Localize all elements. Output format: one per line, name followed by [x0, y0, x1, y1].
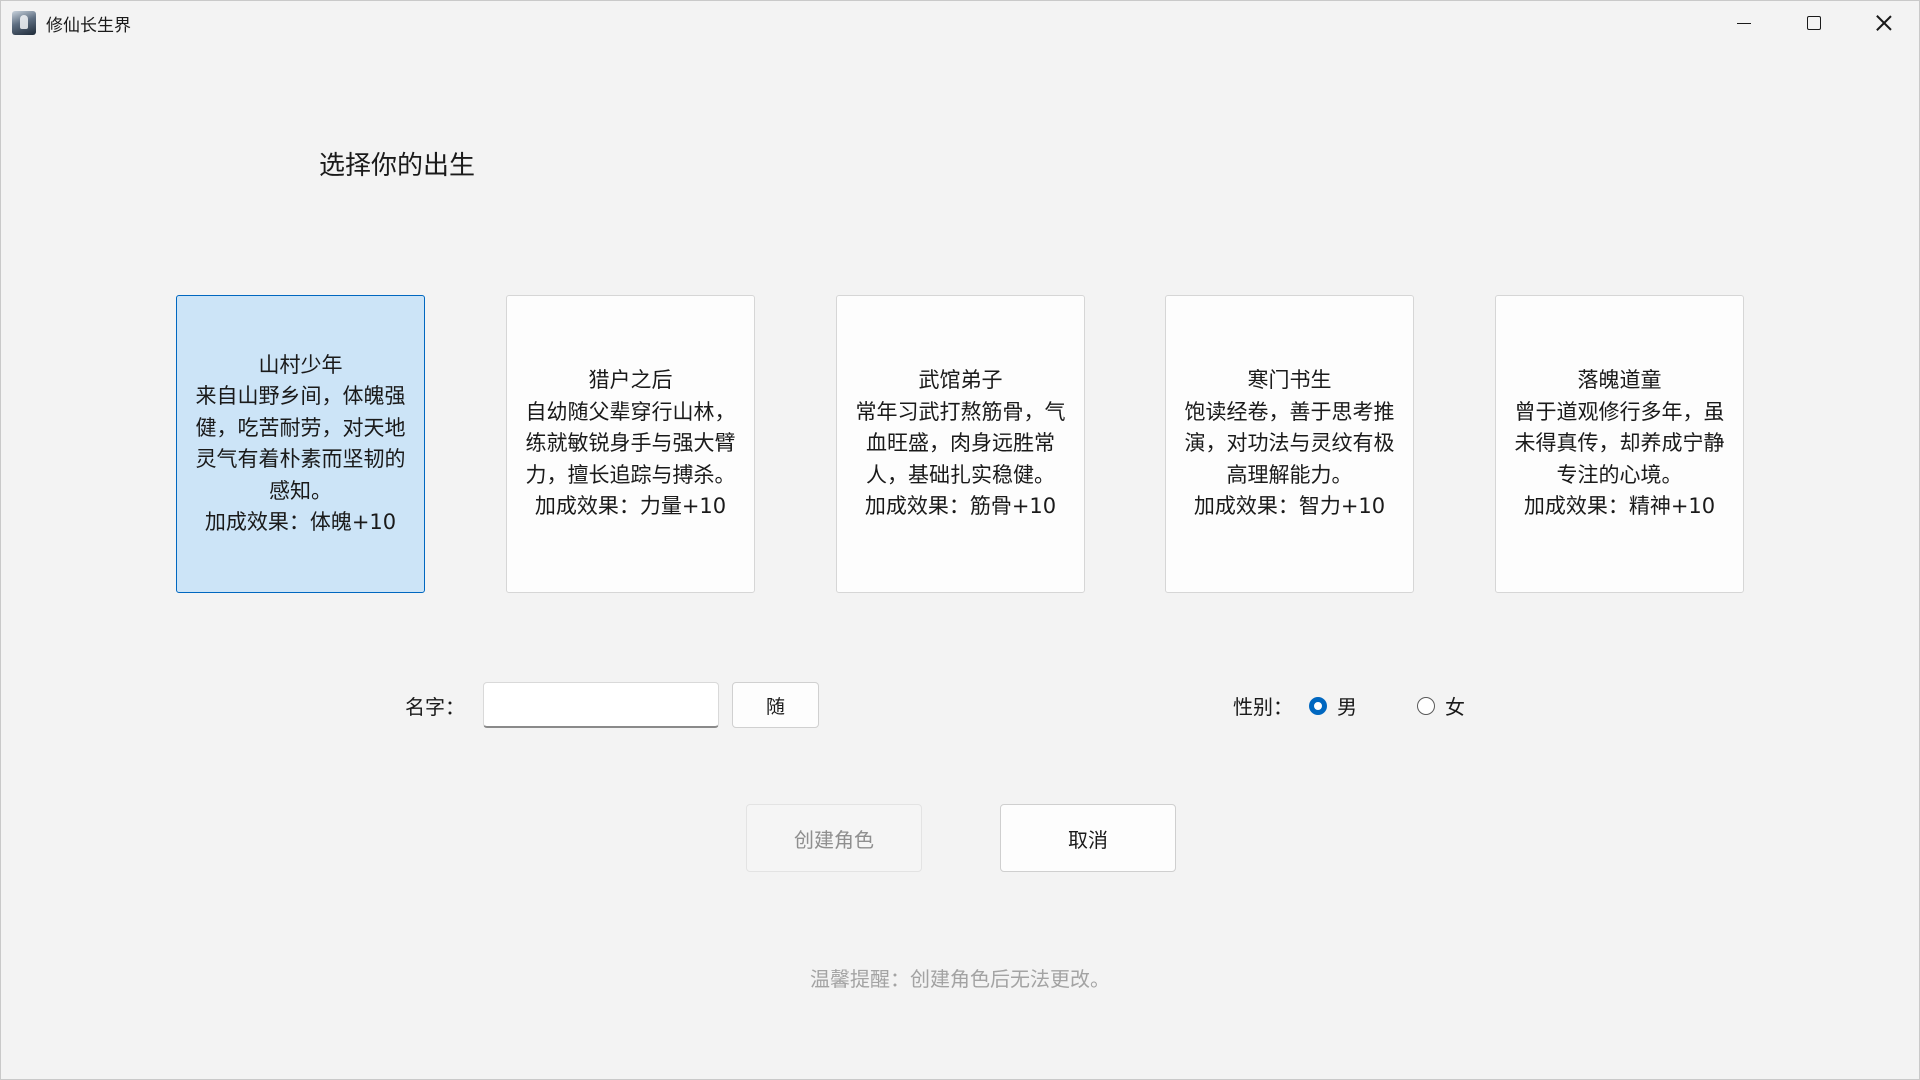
- origin-description: 自幼随父辈穿行山林，练就敏锐身手与强大臂力，擅长追踪与搏杀。: [525, 399, 736, 487]
- close-button[interactable]: [1849, 1, 1919, 45]
- gender-radio-female[interactable]: 女: [1417, 691, 1465, 720]
- origin-card-0[interactable]: 山村少年 来自山野乡间，体魄强健，吃苦耐劳，对天地灵气有着朴素而坚韧的感知。 加…: [176, 295, 425, 593]
- origin-description: 常年习武打熬筋骨，气血旺盛，肉身远胜常人，基础扎实稳健。: [855, 399, 1066, 487]
- gender-option-label: 男: [1337, 695, 1357, 719]
- origin-title: 山村少年: [258, 352, 343, 377]
- minimize-icon: [1737, 22, 1751, 24]
- maximize-icon: [1807, 16, 1821, 30]
- window-controls: [1709, 1, 1919, 45]
- origin-card-2[interactable]: 武馆弟子 常年习武打熬筋骨，气血旺盛，肉身远胜常人，基础扎实稳健。 加成效果：筋…: [836, 295, 1085, 593]
- origin-description: 饱读经卷，善于思考推演，对功法与灵纹有极高理解能力。: [1184, 399, 1395, 487]
- origin-title: 猎户之后: [588, 368, 673, 393]
- origin-bonus: 加成效果：精神+10: [1523, 494, 1716, 519]
- gender-radio-male[interactable]: 男: [1309, 691, 1357, 720]
- gender-label: 性别：: [1233, 695, 1293, 719]
- origin-bonus: 加成效果：体魄+10: [204, 510, 397, 534]
- origin-card-3[interactable]: 寒门书生 饱读经卷，善于思考推演，对功法与灵纹有极高理解能力。 加成效果：智力+…: [1165, 295, 1414, 593]
- origin-description: 来自山野乡间，体魄强健，吃苦耐劳，对天地灵气有着朴素而坚韧的感知。: [195, 384, 406, 503]
- app-window: 修仙长生界 选择你的出生 山村少年 来自山野乡间，体魄强健，吃苦耐劳，对天地灵气…: [0, 0, 1920, 1080]
- close-icon: [1876, 15, 1892, 31]
- cancel-button[interactable]: 取消: [1000, 804, 1176, 872]
- gender-option-label: 女: [1445, 695, 1465, 719]
- create-character-button[interactable]: 创建角色: [746, 804, 922, 872]
- warning-tip: 温馨提醒：创建角色后无法更改。: [810, 967, 1110, 991]
- origin-title: 寒门书生: [1247, 368, 1332, 393]
- maximize-button[interactable]: [1779, 1, 1849, 45]
- origin-title: 武馆弟子: [918, 368, 1003, 393]
- origin-bonus: 加成效果：力量+10: [534, 494, 727, 519]
- origin-card-4[interactable]: 落魄道童 曾于道观修行多年，虽未得真传，却养成宁静专注的心境。 加成效果：精神+…: [1495, 295, 1744, 593]
- origin-bonus: 加成效果：智力+10: [1193, 494, 1386, 519]
- page-title: 选择你的出生: [319, 151, 476, 181]
- title-bar[interactable]: 修仙长生界: [1, 1, 1919, 45]
- radio-checked-icon[interactable]: [1309, 696, 1327, 715]
- random-name-button[interactable]: 随: [732, 682, 819, 728]
- origin-title: 落魄道童: [1577, 368, 1662, 393]
- name-label: 名字：: [405, 695, 465, 719]
- name-input[interactable]: [483, 682, 719, 728]
- window-title: 修仙长生界: [46, 15, 131, 36]
- radio-unchecked-icon[interactable]: [1417, 696, 1435, 715]
- origin-bonus: 加成效果：筋骨+10: [864, 494, 1057, 519]
- minimize-button[interactable]: [1709, 1, 1779, 45]
- origin-description: 曾于道观修行多年，虽未得真传，却养成宁静专注的心境。: [1514, 399, 1725, 487]
- app-logo-icon: [12, 11, 36, 35]
- origin-card-1[interactable]: 猎户之后 自幼随父辈穿行山林，练就敏锐身手与强大臂力，擅长追踪与搏杀。 加成效果…: [506, 295, 755, 593]
